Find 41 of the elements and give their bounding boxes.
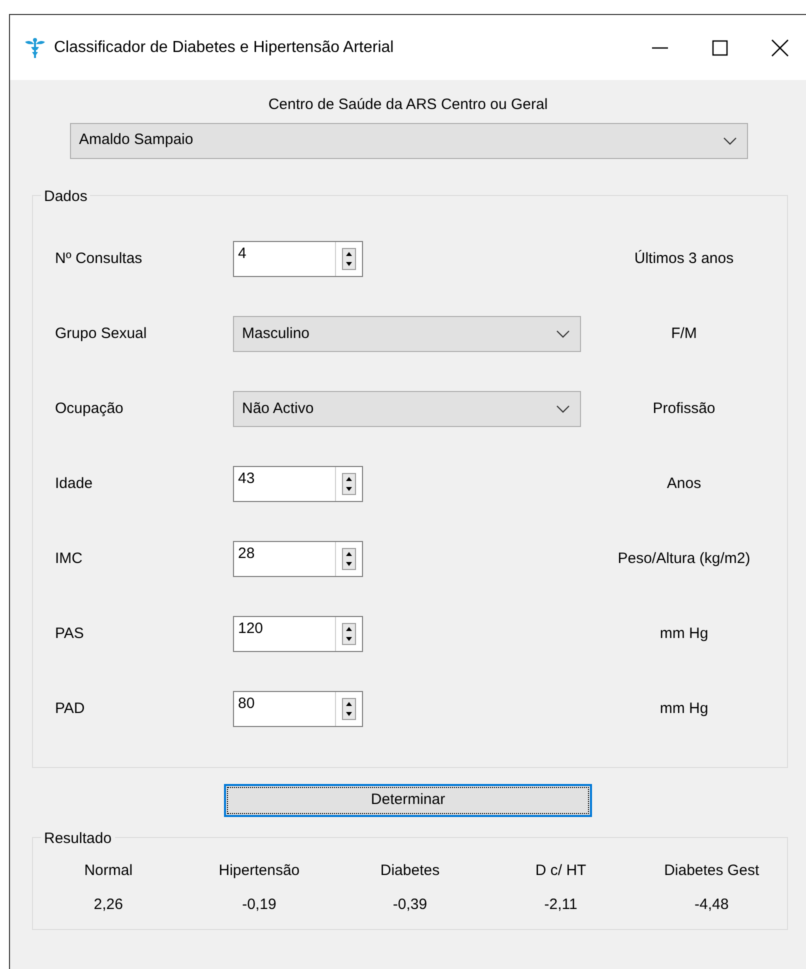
field-label: IMC: [54, 548, 84, 569]
number-spinner[interactable]: 4: [233, 241, 363, 277]
result-value: -4,48: [694, 896, 729, 913]
spin-arrows-icon[interactable]: [342, 248, 356, 270]
field-label: PAD: [54, 698, 86, 719]
result-value: 2,26: [94, 896, 123, 913]
number-spinner[interactable]: 80: [233, 691, 363, 727]
spin-arrows-icon[interactable]: [342, 698, 356, 720]
result-label: Hipertensão: [218, 862, 300, 878]
number-spinner[interactable]: 43: [233, 466, 363, 502]
result-label: D c/ HT: [535, 862, 586, 878]
result-value: -2,11: [544, 896, 578, 913]
field-label: Grupo Sexual: [54, 324, 148, 344]
spin-arrows-icon[interactable]: [342, 548, 356, 570]
health-centre-dropdown[interactable]: Amaldo Sampaio: [70, 122, 748, 158]
field-label: Idade: [54, 474, 94, 494]
unit-label: Últimos 3 anos: [634, 250, 734, 267]
spin-arrows-icon[interactable]: [342, 473, 356, 495]
number-spinner[interactable]: 120: [233, 616, 363, 652]
result-label: Diabetes: [380, 862, 440, 878]
unit-label: mm Hg: [660, 700, 708, 717]
field-label: Centro de Saúde da ARS Centro ou Geral: [268, 96, 548, 113]
result-value: -0,39: [392, 896, 428, 913]
dropdown[interactable]: Não Activo: [233, 391, 581, 427]
unit-label: Peso/Altura (kg/m2): [618, 550, 750, 567]
caduceus-icon: [24, 36, 46, 58]
result-label: Diabetes Gest: [664, 862, 760, 878]
unit-label: Anos: [666, 474, 702, 492]
dropdown[interactable]: Masculino: [233, 316, 581, 352]
number-spinner[interactable]: 28: [233, 541, 363, 577]
field-label: Ocupação: [54, 398, 124, 419]
window-title: Classificador de Diabetes e Hipertensão Arterial: [54, 38, 394, 58]
result-value: -0,19: [242, 896, 276, 913]
unit-label: F/M: [671, 324, 697, 342]
field-label: PAS: [54, 624, 85, 644]
spin-arrows-icon[interactable]: [342, 623, 356, 645]
result-label: Normal: [84, 862, 133, 878]
unit-label: mm Hg: [660, 624, 708, 642]
determine-button[interactable]: Determinar: [224, 784, 592, 816]
field-label: Nº Consultas: [54, 248, 144, 269]
unit-label: Profissão: [652, 400, 716, 417]
